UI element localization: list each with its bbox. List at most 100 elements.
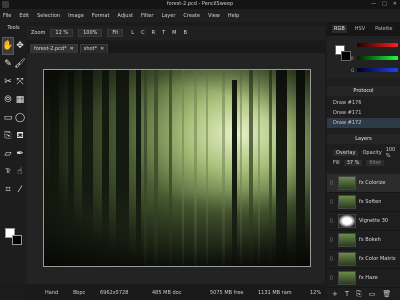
- layer-name: fx Color Matrix: [359, 256, 396, 262]
- status-bar: Hand 8bpc 6962x5728 485 MB doc 5075 MB f…: [27, 286, 325, 300]
- layer-thumbnail: [338, 176, 356, 190]
- tab-palette[interactable]: Palette: [373, 25, 394, 33]
- layer-row[interactable]: ▯ fx Colorize: [327, 174, 400, 193]
- lasso-tool[interactable]: ⦾: [2, 91, 14, 109]
- brush-tool[interactable]: 🖌: [14, 55, 26, 73]
- tab-rgb[interactable]: RGB: [332, 25, 347, 33]
- zoom-input[interactable]: 12 %: [50, 29, 74, 37]
- eraser-tool[interactable]: ▱: [2, 145, 14, 163]
- green-slider[interactable]: [357, 56, 398, 60]
- document-canvas[interactable]: [43, 69, 311, 267]
- menu-filter[interactable]: Filter: [141, 13, 153, 19]
- align-bottom-button[interactable]: B: [183, 30, 186, 36]
- zoom-100-button[interactable]: 100%: [78, 29, 103, 37]
- fill-input[interactable]: 37 %: [343, 160, 363, 166]
- tab-hsv[interactable]: HSV: [353, 25, 367, 33]
- tab-shot[interactable]: shot* ✕: [79, 44, 109, 53]
- status-dimensions: 6962x5728: [100, 290, 129, 296]
- right-panel: RGB HSV Palette R G B Protocol Draw #176…: [327, 22, 400, 300]
- history-item[interactable]: Draw #172: [327, 118, 400, 128]
- pencil-tool[interactable]: ✎: [2, 55, 14, 73]
- menu-bar: File Edit Selection Image Format Adjust …: [0, 9, 400, 22]
- delete-layer-button[interactable]: 🗑: [382, 290, 391, 298]
- tab-close-icon[interactable]: ✕: [70, 46, 74, 53]
- color-swatches[interactable]: [5, 228, 23, 246]
- add-layer-button[interactable]: +: [332, 290, 338, 298]
- history-item[interactable]: Draw #171: [327, 108, 400, 118]
- canvas-area[interactable]: [27, 53, 325, 284]
- status-zoom: 12%: [310, 290, 322, 296]
- hand-tool[interactable]: ✋: [2, 37, 14, 55]
- menu-file[interactable]: File: [3, 13, 11, 19]
- layer-row[interactable]: ▯ Vignette 30: [327, 212, 400, 231]
- transform-tool[interactable]: ⤧: [14, 73, 26, 91]
- align-left-button[interactable]: L: [131, 30, 134, 36]
- ellipse-select-tool[interactable]: ◯: [14, 109, 26, 127]
- visibility-icon[interactable]: ▯: [330, 180, 335, 186]
- visibility-icon[interactable]: ▯: [330, 218, 335, 224]
- mask-layer-button[interactable]: ▭: [369, 290, 376, 298]
- move-tool[interactable]: ✥: [14, 37, 26, 55]
- text-layer-button[interactable]: T: [345, 290, 349, 298]
- close-button[interactable]: ✕: [393, 1, 397, 7]
- menu-create[interactable]: Create: [183, 13, 200, 19]
- menu-help[interactable]: Help: [228, 13, 239, 19]
- visibility-icon[interactable]: ▯: [330, 237, 335, 243]
- layer-name: fx Bokeh: [359, 237, 381, 243]
- blend-mode-select[interactable]: Overlay: [333, 150, 359, 156]
- fill-tool[interactable]: ⛾: [14, 127, 26, 145]
- background-color[interactable]: [12, 235, 22, 245]
- status-free-memory: 5075 MB free: [210, 290, 244, 296]
- tab-forest-2[interactable]: forest-2.pcd* ✕: [30, 44, 78, 53]
- layer-thumbnail: [338, 195, 356, 209]
- fit-button[interactable]: Fit: [107, 29, 124, 37]
- menu-selection[interactable]: Selection: [37, 13, 60, 19]
- layer-row[interactable]: ▯ fx Soften: [327, 193, 400, 212]
- layer-row[interactable]: ▯ fx Bokeh: [327, 231, 400, 250]
- duplicate-layer-button[interactable]: ⎘: [356, 290, 362, 299]
- align-middle-button[interactable]: M: [172, 30, 176, 36]
- tab-label: forest-2.pcd*: [34, 46, 67, 52]
- panel-background-swatch[interactable]: [341, 51, 351, 61]
- menu-adjust[interactable]: Adjust: [117, 13, 133, 19]
- red-slider[interactable]: [357, 43, 398, 47]
- dropper-tool[interactable]: ✒: [14, 145, 26, 163]
- menu-format[interactable]: Format: [92, 13, 110, 19]
- scissors-tool[interactable]: ✂: [2, 73, 14, 91]
- menu-edit[interactable]: Edit: [19, 13, 29, 19]
- menu-image[interactable]: Image: [68, 13, 84, 19]
- text-tool[interactable]: Tr: [2, 163, 14, 181]
- menu-layer[interactable]: Layer: [161, 13, 175, 19]
- align-top-button[interactable]: T: [162, 30, 165, 36]
- tools-title: Tools: [7, 25, 20, 31]
- align-right-button[interactable]: R: [152, 30, 155, 36]
- opacity-input[interactable]: 100 %: [386, 147, 400, 159]
- grid-tool[interactable]: ▦: [14, 91, 26, 109]
- smudge-tool[interactable]: ☝: [14, 163, 26, 181]
- crop-tool[interactable]: ⌗: [2, 181, 14, 199]
- picker-tool[interactable]: ⁄: [14, 181, 26, 199]
- zoom-label: Zoom: [31, 30, 46, 36]
- layer-row[interactable]: ▯ fx Haze: [327, 269, 400, 288]
- clone-tool[interactable]: ⎘: [2, 127, 14, 145]
- visibility-icon[interactable]: ▯: [330, 256, 335, 262]
- layer-filter-input[interactable]: filter: [366, 160, 385, 166]
- rect-select-tool[interactable]: ▭: [2, 109, 14, 127]
- minimize-button[interactable]: —: [371, 1, 376, 7]
- blue-slider[interactable]: [357, 68, 398, 72]
- layer-row[interactable]: ▯ fx Color Matrix: [327, 250, 400, 269]
- tab-label: shot*: [83, 46, 98, 52]
- maximize-button[interactable]: □: [382, 1, 387, 7]
- history-item[interactable]: Draw #176: [327, 98, 400, 108]
- menu-view[interactable]: View: [208, 13, 220, 19]
- tab-close-icon[interactable]: ✕: [100, 46, 104, 53]
- align-buttons: L C R T M B: [131, 30, 187, 36]
- status-ram: 1131 MB ram: [258, 290, 292, 296]
- layer-thumbnail: [338, 233, 356, 247]
- visibility-icon[interactable]: ▯: [330, 275, 335, 281]
- visibility-icon[interactable]: ▯: [330, 199, 335, 205]
- layer-thumbnail: [338, 271, 356, 285]
- layer-buttons: + T ⎘ ▭ 🗑: [327, 288, 400, 300]
- window-title: forest-2.pcd - PencilSweep: [166, 1, 234, 7]
- align-center-button[interactable]: C: [141, 30, 145, 36]
